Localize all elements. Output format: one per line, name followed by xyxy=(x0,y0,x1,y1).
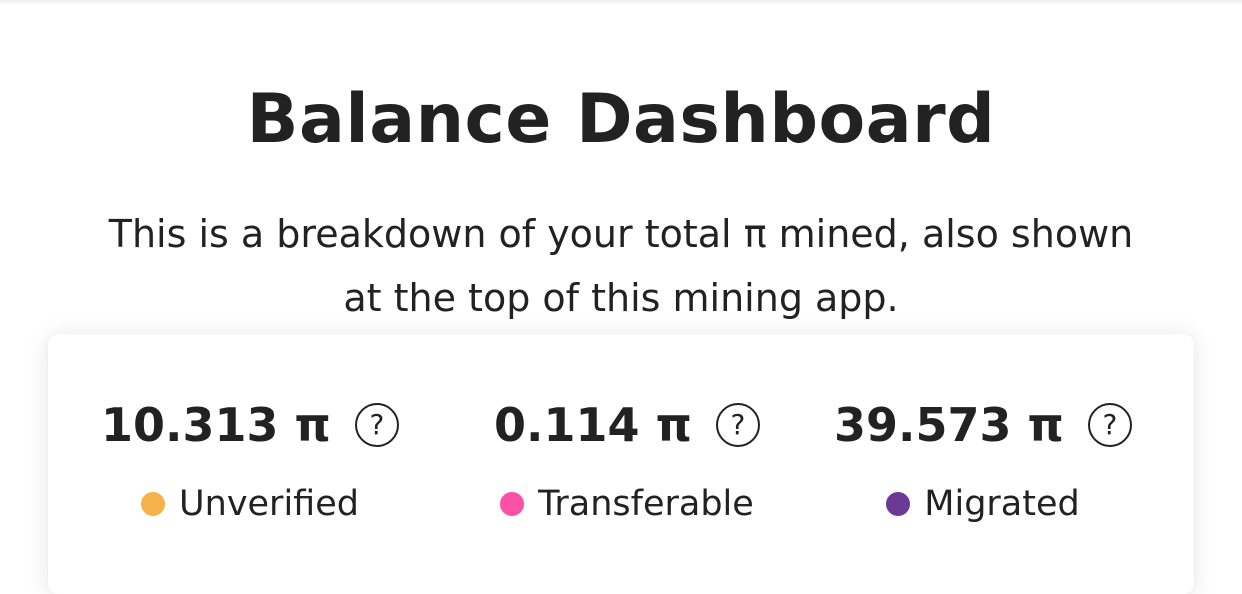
migrated-balance: 39.573 π ? Migrated xyxy=(818,390,1148,528)
top-shadow xyxy=(0,0,1242,6)
balance-breakdown-card: 10.313 π ? Unverified 0.114 π ? Transfer… xyxy=(48,334,1194,594)
migrated-dot xyxy=(886,492,911,516)
transferable-label: Transferable xyxy=(538,484,754,524)
migrated-label: Migrated xyxy=(924,484,1080,524)
balance-label-row: Transferable xyxy=(462,480,792,528)
balance-label-row: Unverified xyxy=(85,480,415,528)
balance-value-row: 0.114 π ? xyxy=(462,390,792,460)
transferable-balance: 0.114 π ? Transferable xyxy=(462,390,792,528)
transferable-value: 0.114 π xyxy=(494,398,692,452)
unverified-value: 10.313 π xyxy=(101,398,331,452)
balance-value-row: 39.573 π ? xyxy=(818,390,1148,460)
balance-label-row: Migrated xyxy=(818,480,1148,528)
unverified-dot xyxy=(141,492,166,516)
balance-value-row: 10.313 π ? xyxy=(85,390,415,460)
question-circle-icon[interactable]: ? xyxy=(1087,403,1132,447)
page-description: This is a breakdown of your total π mine… xyxy=(108,212,1134,320)
page-title: Balance Dashboard xyxy=(246,79,996,159)
transferable-dot xyxy=(500,492,525,516)
migrated-value: 39.573 π xyxy=(834,398,1064,452)
question-circle-icon[interactable]: ? xyxy=(354,403,399,447)
question-circle-icon[interactable]: ? xyxy=(715,403,760,447)
unverified-label: Unverified xyxy=(179,484,359,524)
unverified-balance: 10.313 π ? Unverified xyxy=(85,390,415,528)
